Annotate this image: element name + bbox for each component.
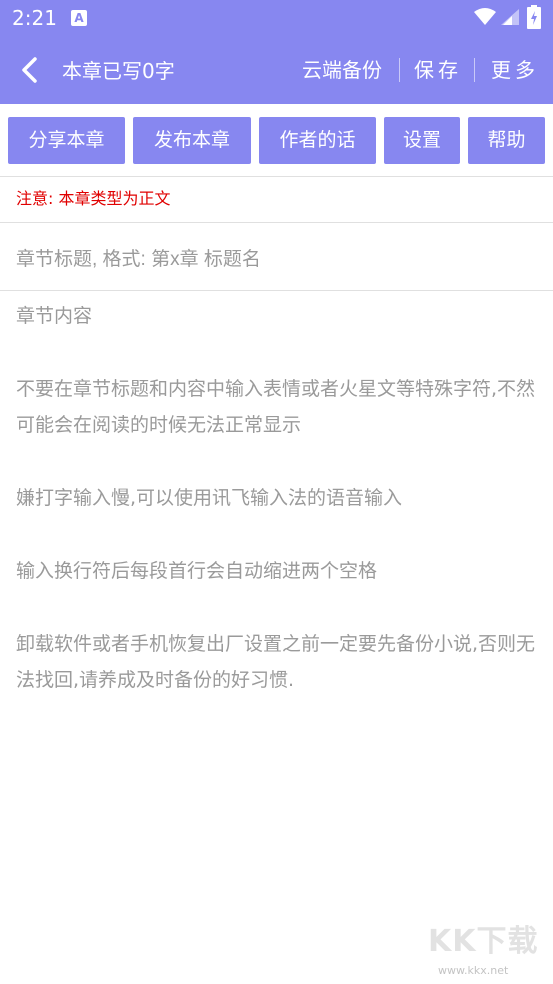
chapter-toolbar: 分享本章 发布本章 作者的话 设置 帮助 — [0, 104, 553, 176]
back-arrow-icon[interactable] — [12, 52, 48, 88]
watermark-logo: KK下载 — [428, 924, 539, 959]
more-button[interactable]: 更多 — [491, 56, 539, 84]
site-watermark: KK下载 www.kkx.net — [428, 922, 548, 980]
divider — [0, 290, 553, 291]
divider — [0, 176, 553, 177]
wifi-icon — [474, 8, 496, 25]
content-placeholder-heading: 章节内容 — [16, 305, 93, 327]
action-divider — [399, 58, 400, 82]
publish-chapter-button[interactable]: 发布本章 — [133, 117, 251, 164]
chapter-type-notice: 注意: 本章类型为正文 — [16, 189, 171, 208]
notification-icon: A — [71, 10, 87, 26]
watermark-url: www.kkx.net — [438, 964, 509, 977]
word-count-title: 本章已写0字 — [62, 59, 175, 83]
settings-button[interactable]: 设置 — [384, 117, 460, 164]
action-divider — [474, 58, 475, 82]
status-time: 2:21 — [12, 6, 57, 30]
battery-icon — [527, 5, 541, 29]
status-bar: 2:21 A — [0, 0, 553, 36]
app-bar: 本章已写0字 云端备份 保存 更多 — [0, 36, 553, 104]
divider — [0, 222, 553, 223]
chapter-content-editor[interactable]: 章节内容 不要在章节标题和内容中输入表情或者火星文等特殊字符,不然可能会在阅读的… — [16, 298, 546, 698]
save-button[interactable]: 保存 — [414, 56, 462, 84]
share-chapter-button[interactable]: 分享本章 — [8, 117, 125, 164]
chapter-title-input[interactable] — [16, 246, 536, 274]
content-tip: 输入换行符后每段首行会自动缩进两个空格 — [16, 560, 378, 582]
help-button[interactable]: 帮助 — [468, 117, 545, 164]
content-tip: 嫌打字输入慢,可以使用讯飞输入法的语音输入 — [16, 487, 403, 509]
top-bar: 2:21 A 本章已写0字 云端备份 保存 更多 — [0, 0, 553, 104]
content-tip: 不要在章节标题和内容中输入表情或者火星文等特殊字符,不然可能会在阅读的时候无法正… — [16, 378, 536, 436]
author-note-button[interactable]: 作者的话 — [259, 117, 376, 164]
cloud-backup-button[interactable]: 云端备份 — [302, 56, 382, 84]
signal-icon — [501, 9, 519, 25]
content-tip: 卸载软件或者手机恢复出厂设置之前一定要先备份小说,否则无法找回,请养成及时备份的… — [16, 633, 536, 691]
